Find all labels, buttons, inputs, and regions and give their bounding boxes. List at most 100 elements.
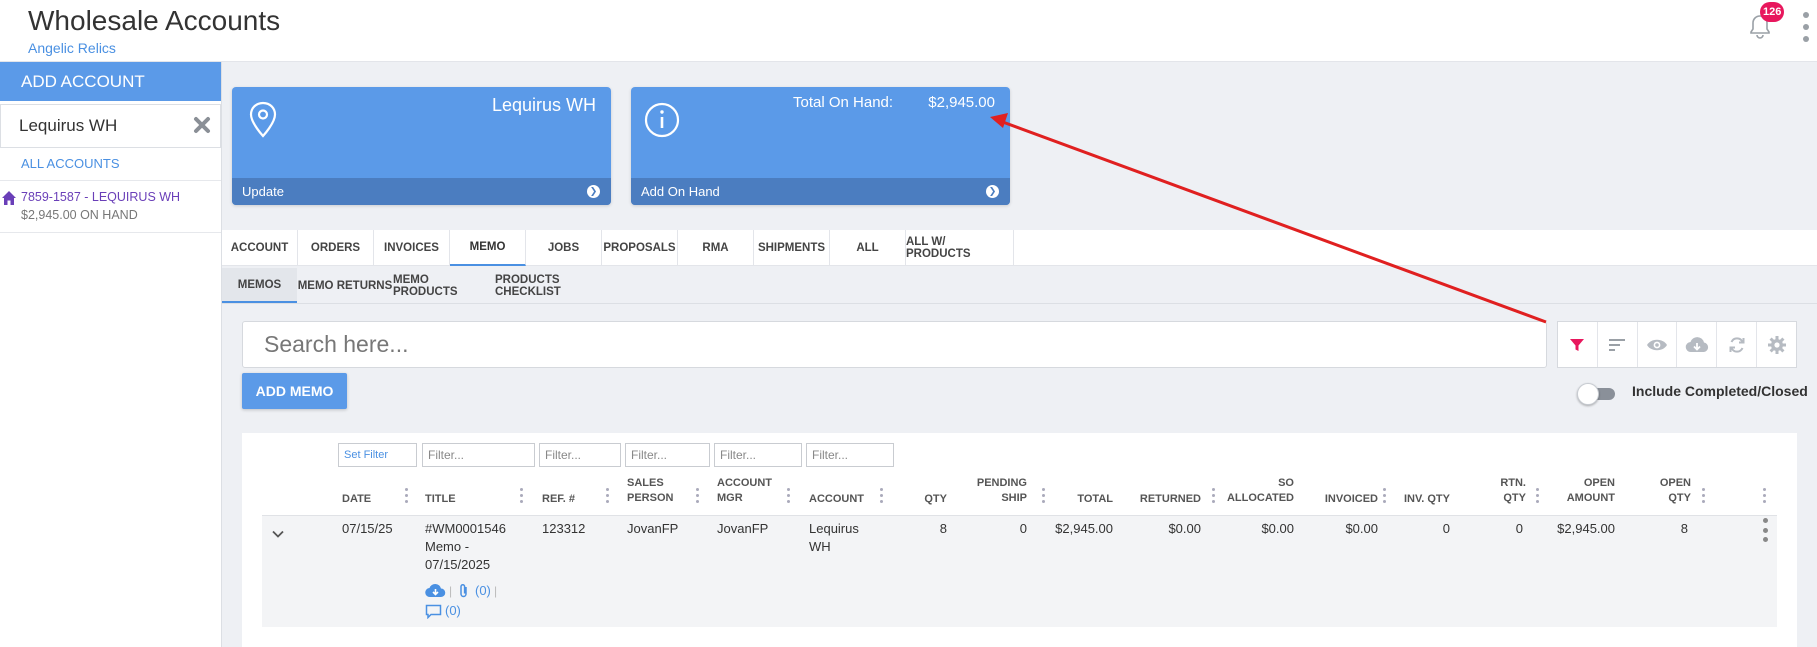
separator: |	[449, 584, 453, 598]
tab-shipments[interactable]: SHIPMENTS	[754, 230, 830, 266]
clear-selection-icon[interactable]	[193, 116, 211, 134]
search-input[interactable]: Search here...	[242, 321, 1547, 368]
column-header-open-amount[interactable]: OPEN AMOUNT	[1536, 476, 1615, 506]
row-account-mgr: JovanFP	[717, 521, 769, 536]
all-accounts-link[interactable]: ALL ACCOUNTS	[21, 156, 120, 171]
column-header-open-qty[interactable]: OPEN QTY	[1626, 476, 1691, 506]
row-account: Lequirus WH	[809, 521, 859, 554]
chevron-down-icon[interactable]	[271, 527, 285, 541]
column-header-title[interactable]: TITLE	[425, 492, 456, 507]
refresh-button[interactable]	[1717, 322, 1758, 367]
row-total: $2,945.00	[1055, 521, 1113, 536]
column-header-pending-ship[interactable]: PENDING SHIP	[960, 476, 1027, 506]
row-pending-ship: 0	[1019, 521, 1027, 536]
update-link[interactable]: Update	[232, 178, 611, 205]
set-filter-button[interactable]: Set Filter	[338, 443, 417, 467]
column-header-total[interactable]: TOTAL	[1040, 492, 1113, 507]
grid-toolbar	[1557, 321, 1797, 368]
column-header-invoiced[interactable]: INVOICED	[1300, 492, 1378, 507]
add-on-hand-link[interactable]: Add On Hand	[631, 178, 1010, 205]
row-returned: $0.00	[1168, 521, 1201, 536]
row-so-allocated: $0.00	[1261, 521, 1294, 536]
column-resize-handle[interactable]	[520, 488, 523, 506]
row-actions-icon[interactable]	[1763, 518, 1769, 542]
add-memo-button[interactable]: ADD MEMO	[242, 373, 347, 409]
account-filter-input[interactable]: Filter...	[806, 443, 894, 467]
column-resize-handle[interactable]	[405, 488, 408, 506]
attachments-count[interactable]: (0)	[475, 583, 491, 598]
sidebar-divider	[0, 232, 221, 233]
column-header-ref[interactable]: REF. #	[542, 492, 575, 507]
include-completed-toggle[interactable]	[1577, 383, 1615, 405]
chevron-right-icon[interactable]: ❯	[587, 185, 600, 198]
download-button[interactable]	[1677, 322, 1718, 367]
sidebar	[0, 62, 222, 647]
column-header-so-allocated[interactable]: SO ALLOCATED	[1210, 476, 1294, 506]
sort-button[interactable]	[1598, 322, 1638, 367]
sales-person-filter-input[interactable]: Filter...	[625, 443, 710, 467]
comments-count[interactable]: (0)	[445, 603, 461, 618]
include-completed-label: Include Completed/Closed	[1632, 383, 1808, 399]
tab-orders[interactable]: ORDERS	[298, 230, 374, 266]
tab-invoices[interactable]: INVOICES	[374, 230, 450, 266]
column-resize-handle[interactable]	[1212, 488, 1215, 506]
sidebar-account-link[interactable]: 7859-1587 - LEQUIRUS WH	[21, 190, 180, 204]
column-header-inv-qty[interactable]: INV. QTY	[1386, 492, 1450, 507]
tab-jobs[interactable]: JOBS	[526, 230, 602, 266]
settings-button[interactable]	[1757, 322, 1796, 367]
view-button[interactable]	[1638, 322, 1678, 367]
column-resize-handle[interactable]	[1042, 488, 1045, 506]
tab-memo[interactable]: MEMO	[450, 230, 526, 266]
column-resize-handle[interactable]	[1702, 488, 1705, 506]
notification-badge[interactable]: 126	[1760, 2, 1785, 22]
row-title-link[interactable]: #WM0001546 Memo -07/15/2025	[425, 520, 506, 574]
subtab-memo-returns[interactable]: MEMO RETURNS	[297, 268, 393, 303]
column-header-account-mgr[interactable]: ACCOUNT MGR	[717, 476, 772, 506]
column-header-qty[interactable]: QTY	[880, 492, 947, 507]
filter-icon	[1570, 338, 1585, 351]
company-name-link[interactable]: Angelic Relics	[28, 40, 116, 56]
column-resize-handle[interactable]	[1383, 488, 1386, 506]
column-resize-handle[interactable]	[880, 488, 883, 506]
gear-icon	[1767, 335, 1786, 354]
tab-all-with-products[interactable]: ALL W/ PRODUCTS	[906, 230, 1014, 266]
on-hand-card: Total On Hand: $2,945.00 Add On Hand ❯	[631, 87, 1010, 205]
home-icon	[2, 191, 16, 205]
column-header-sales-person[interactable]: SALES PERSON	[627, 476, 673, 506]
more-options-icon[interactable]	[1801, 12, 1811, 42]
location-card-title: Lequirus WH	[491, 95, 596, 115]
add-account-button[interactable]: ADD ACCOUNT	[0, 62, 221, 101]
tab-rma[interactable]: RMA	[678, 230, 754, 266]
column-resize-handle[interactable]	[606, 488, 609, 506]
row-rtn-qty: 0	[1515, 521, 1523, 536]
title-filter-input[interactable]: Filter...	[422, 443, 535, 467]
column-resize-handle[interactable]	[696, 488, 699, 506]
tab-proposals[interactable]: PROPOSALS	[602, 230, 678, 266]
comment-icon[interactable]	[425, 604, 442, 619]
column-menu-handle[interactable]	[1763, 488, 1766, 506]
total-on-hand-value: $2,945.00	[928, 94, 995, 111]
cloud-download-icon[interactable]	[425, 583, 446, 598]
tab-account[interactable]: ACCOUNT	[222, 230, 298, 266]
filter-button[interactable]	[1558, 322, 1598, 367]
map-pin-icon	[249, 101, 277, 138]
paperclip-icon[interactable]	[458, 583, 470, 599]
subtab-products-checklist[interactable]: PRODUCTS CHECKLIST	[495, 268, 619, 303]
location-card: Lequirus WH Update ❯	[232, 87, 611, 205]
ref-filter-input[interactable]: Filter...	[539, 443, 621, 467]
account-mgr-filter-input[interactable]: Filter...	[714, 443, 802, 467]
column-resize-handle[interactable]	[787, 488, 790, 506]
column-resize-handle[interactable]	[1536, 488, 1539, 506]
account-selector[interactable]: Lequirus WH	[0, 104, 221, 148]
column-header-rtn-qty[interactable]: RTN. QTY	[1466, 476, 1526, 506]
app-header: Wholesale Accounts Angelic Relics 126	[0, 0, 1817, 62]
tab-all[interactable]: ALL	[830, 230, 906, 266]
column-header-account[interactable]: ACCOUNT	[809, 492, 864, 507]
subtab-memo-products[interactable]: MEMO PRODUCTS	[393, 268, 495, 303]
sort-icon	[1609, 338, 1626, 351]
subtab-memos[interactable]: MEMOS	[222, 268, 297, 303]
chevron-right-icon[interactable]: ❯	[986, 185, 999, 198]
row-ref: 123312	[542, 521, 586, 536]
column-header-returned[interactable]: RETURNED	[1120, 492, 1201, 507]
column-header-date[interactable]: DATE	[342, 492, 371, 507]
